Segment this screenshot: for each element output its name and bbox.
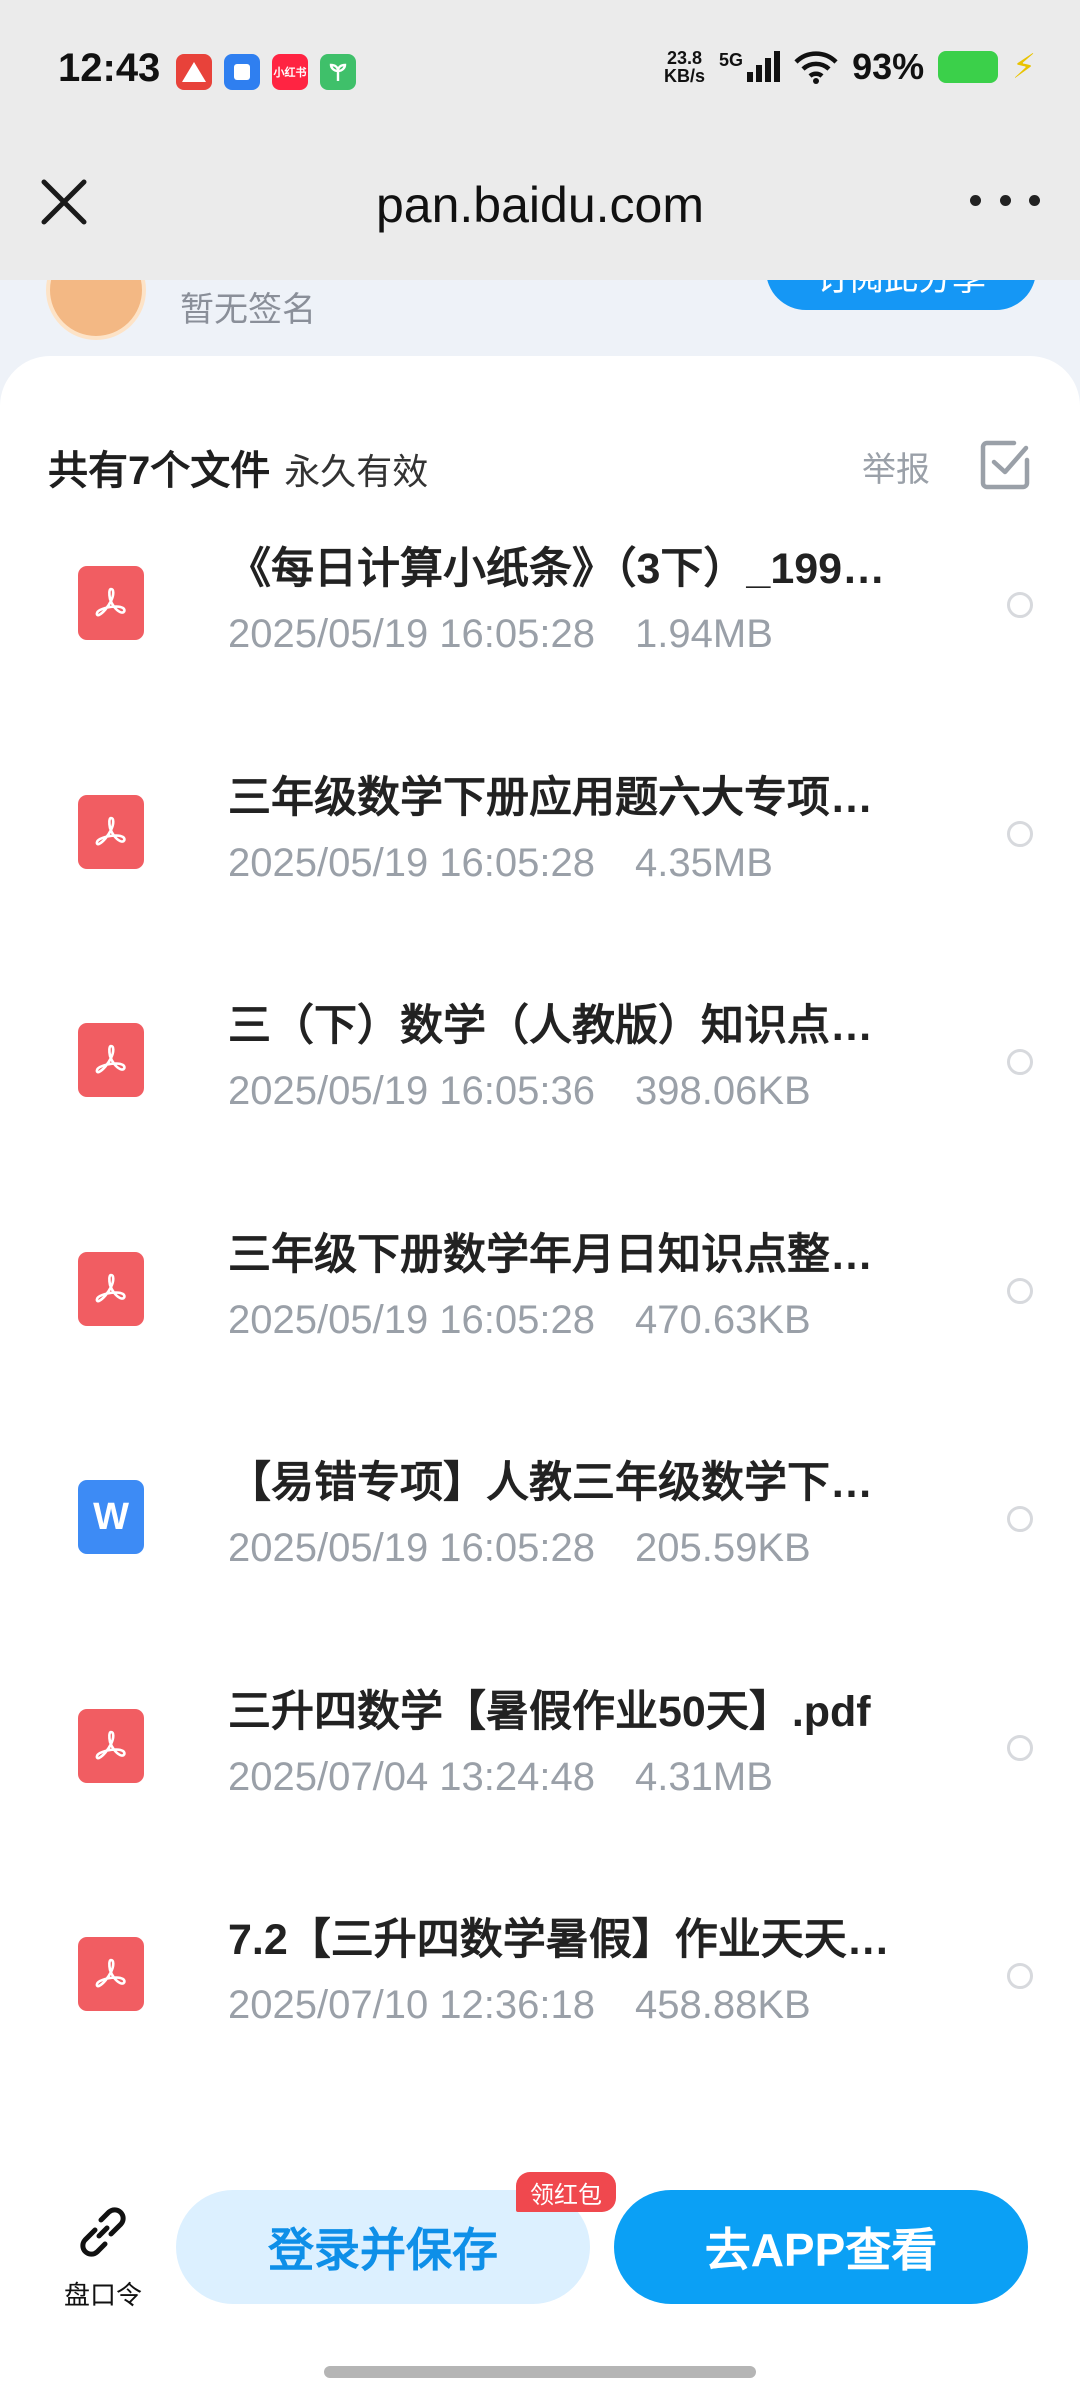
red-triangle-app-icon [176,54,212,90]
file-select-radio[interactable] [1007,1734,1033,1761]
file-select-radio[interactable] [1007,1277,1033,1304]
file-select-radio[interactable] [1007,1963,1033,1989]
file-meta: 2025/05/19 16:05:28 205.59KB [228,1526,811,1571]
file-size: 470.63KB [635,1297,811,1342]
pdf-file-icon [78,566,144,640]
file-select-radio[interactable] [1007,592,1033,618]
file-meta: 2025/05/19 16:05:28 470.63KB [228,1298,811,1343]
file-size: 4.35MB [635,840,773,885]
file-meta: 2025/05/19 16:05:28 1.94MB [228,612,773,657]
file-row[interactable]: W 【易错专项】人教三年级数学下… 2025/05/19 16:05:28 205.5… [0,1430,1080,1659]
xiaohongshu-app-icon: 小红书 [272,54,308,90]
wifi-icon [794,51,838,84]
file-row[interactable]: 三年级下册数学年月日知识点整… 2025/05/19 16:05:28 470.63… [0,1202,1080,1431]
battery-icon [938,51,999,83]
open-in-app-button[interactable]: 去APP查看 [614,2190,1028,2304]
more-icon-dot [1029,194,1040,206]
checkbox-icon [980,440,1030,490]
file-row[interactable]: 三升四数学【暑假作业50天】.pdf 2025/07/04 13:24:48 4.3… [0,1659,1080,1888]
select-all-button[interactable] [978,438,1032,492]
pdf-file-icon [78,1251,144,1326]
file-name: 三升四数学【暑假作业50天】.pdf [228,1687,871,1736]
more-icon-dot [999,194,1011,206]
report-link[interactable]: 举报 [862,442,930,491]
battery-percentage: 93% [852,46,925,87]
pdf-file-icon [78,1708,144,1783]
green-sprout-app-icon [320,54,356,90]
bottom-action-bar: 盘口令 登录并保存 领红包 去APP查看 [0,2160,1080,2400]
file-select-radio[interactable] [1007,820,1033,847]
file-meta: 2025/05/19 16:05:36 398.06KB [228,1069,811,1114]
page-url: pan.baidu.com [375,177,704,233]
pdf-file-icon [78,1937,144,2011]
file-size: 398.06KB [635,1069,811,1113]
word-icon-letter: W [93,1495,129,1538]
red-packet-badge: 领红包 [516,2172,616,2212]
file-select-radio[interactable] [1007,1049,1033,1075]
file-row[interactable]: 三（下）数学（人教版）知识点… 2025/05/19 16:05:36 398.06… [0,973,1080,1202]
file-date: 2025/05/19 16:05:28 [228,1297,596,1342]
file-meta: 2025/05/19 16:05:28 4.35MB [228,841,773,886]
cellular-signal-icon: 5G [719,50,781,84]
pdf-file-icon [78,794,144,869]
follow-share-button[interactable]: 订阅此分享 [766,280,1036,310]
more-icon-dot [970,194,981,206]
network-type: 5G [719,50,744,70]
more-options-button[interactable] [970,180,1040,220]
file-list-header: 共有7个文件 永久有效 [48,438,428,496]
file-list: 《每日计算小纸条》（3下）_199… 2025/05/19 16:05:28 1.9… [0,516,1080,2116]
file-size: 4.31MB [635,1754,773,1799]
file-size: 1.94MB [635,612,773,656]
file-name: 《每日计算小纸条》（3下）_199… [228,545,886,593]
share-code-label: 盘口令 [63,2280,142,2310]
file-list-card: 共有7个文件 永久有效 举报 《每日计算小纸条》（3下）_199… 2025/05… [0,356,1080,2400]
network-speed-value: 23.8 [667,48,703,68]
file-date: 2025/05/19 16:05:28 [228,612,596,656]
file-date: 2025/07/10 12:36:18 [228,1983,596,2027]
word-file-icon: W [78,1480,144,1554]
file-date: 2025/05/19 16:05:28 [228,840,596,885]
file-date: 2025/07/04 13:24:48 [228,1754,596,1799]
browser-title-bar: pan.baidu.com [0,140,1080,280]
status-indicators: 23.8 KB/s 5G 93% ⚡ [664,46,1036,88]
network-speed: 23.8 KB/s [664,49,705,85]
file-name: 三年级下册数学年月日知识点整… [228,1230,873,1279]
file-name: 三年级数学下册应用题六大专项… [228,773,873,822]
blue-square-app-icon [224,54,260,90]
share-code-button[interactable]: 盘口令 [48,2200,158,2312]
status-time: 12:43 [58,46,161,90]
home-indicator[interactable] [324,2366,756,2378]
file-date: 2025/05/19 16:05:36 [228,1069,596,1113]
file-size: 458.88KB [635,1983,811,2027]
sharer-signature: 暂无签名 [180,291,316,329]
share-validity: 永久有效 [284,451,429,492]
file-meta: 2025/07/04 13:24:48 4.31MB [228,1755,773,1800]
file-date: 2025/05/19 16:05:28 [228,1526,596,1570]
file-row[interactable]: 7.2【三升四数学暑假】作业天天… 2025/07/10 12:36:18 458.… [0,1887,1080,2116]
file-meta: 2025/07/10 12:36:18 458.88KB [228,1983,811,2028]
status-bar: 12:43 小红书 23.8 KB/s 5G 93% ⚡ [0,0,1080,140]
file-select-radio[interactable] [1007,1506,1033,1532]
network-speed-unit: KB/s [664,66,706,86]
file-row[interactable]: 三年级数学下册应用题六大专项… 2025/05/19 16:05:28 4.35MB [0,745,1080,974]
notification-app-icons: 小红书 [176,54,356,90]
file-size: 205.59KB [635,1526,811,1570]
file-name: 【易错专项】人教三年级数学下… [228,1459,873,1507]
file-name: 三（下）数学（人教版）知识点… [228,1002,873,1050]
charging-icon: ⚡ [1012,48,1036,86]
file-name: 7.2【三升四数学暑假】作业天天… [228,1916,890,1964]
link-icon [80,2207,126,2257]
avatar[interactable] [46,280,146,340]
pdf-file-icon [78,1023,144,1097]
file-row[interactable]: 《每日计算小纸条》（3下）_199… 2025/05/19 16:05:28 1.9… [0,516,1080,745]
file-count: 共有7个文件 [48,449,271,493]
